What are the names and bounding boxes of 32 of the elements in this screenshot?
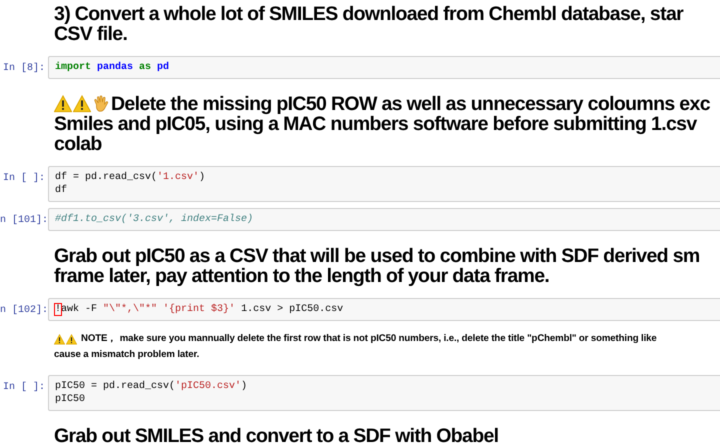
heading-line: frame later, pay attention to the length of your data frame.	[54, 266, 550, 286]
code-line: df	[55, 185, 68, 196]
warning-icon	[54, 334, 65, 344]
note-line: NOTE， make sure you mannually delete the first row that is not pIC50 numbers, i.e., delete the title "pChembl" or something like	[81, 332, 657, 346]
code-line: pIC50	[55, 394, 86, 405]
heading-line: colab	[54, 134, 102, 154]
warning-icon	[66, 334, 77, 344]
code-line: !awk -F "\"*,\"*" '{print $3}' 1.csv > pIC50.csv	[55, 304, 344, 315]
hand-icon	[92, 95, 110, 113]
heading-line: 3) Convert a whole lot of SMILES downloaed from Chembl database, star	[54, 4, 684, 24]
code-line: #df1.to_csv('3.csv', index=False)	[55, 214, 254, 225]
cell-prompt: n [102]:	[0, 305, 48, 316]
code-cell[interactable]: pIC50 = pd.read_csv('pIC50.csv') pIC50	[48, 375, 720, 411]
heading-line: Grab out SMILES and convert to a SDF with Obabel	[54, 426, 498, 446]
code-cell[interactable]: #df1.to_csv('3.csv', index=False)	[48, 208, 720, 231]
heading-line: CSV file.	[54, 24, 128, 44]
warning-icon	[73, 95, 91, 113]
code-line: df = pd.read_csv('1.csv')	[55, 172, 206, 183]
cell-prompt: n [101]:	[0, 215, 48, 226]
code-cell[interactable]: !awk -F "\"*,\"*" '{print $3}' 1.csv > pIC50.csv	[48, 298, 720, 321]
code-cell[interactable]: df = pd.read_csv('1.csv') df	[48, 166, 720, 202]
cell-prompt: In [8]:	[2, 63, 45, 74]
heading-line: Grab out pIC50 as a CSV that will be used to combine with SDF derived sm	[54, 246, 700, 266]
code-line: import pandas as pd	[55, 62, 170, 73]
code-cell[interactable]: import pandas as pd	[48, 56, 720, 79]
heading-line: Delete the missing pIC50 ROW as well as unnecessary coloumns exc	[111, 94, 710, 114]
heading-line: Smiles and pIC05, using a MAC numbers software before submitting 1.csv	[54, 114, 697, 134]
note-line: cause a mismatch problem later.	[54, 348, 200, 362]
code-line: pIC50 = pd.read_csv('pIC50.csv')	[55, 381, 248, 392]
warning-icon	[54, 95, 72, 113]
cell-prompt: In [ ]:	[2, 382, 45, 393]
cell-prompt: In [ ]:	[2, 173, 45, 184]
